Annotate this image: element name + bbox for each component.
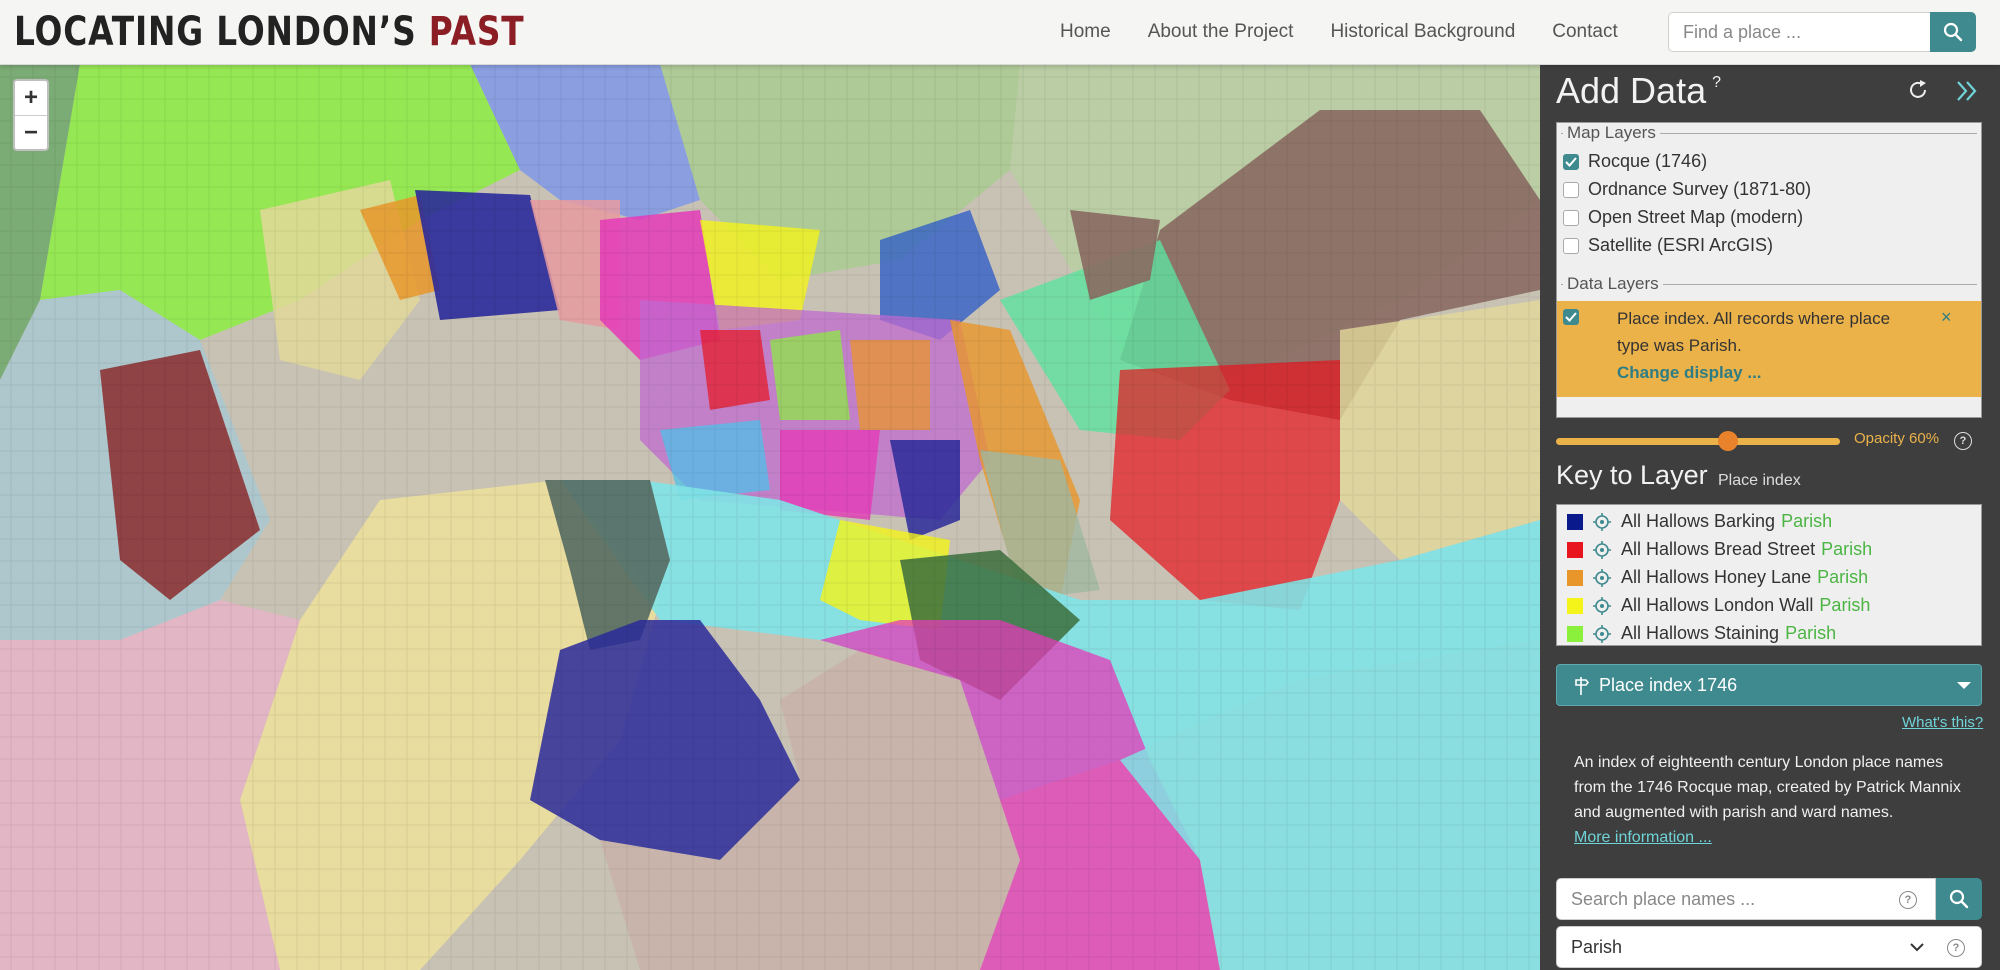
key-item-name: All Hallows Staining (1621, 623, 1780, 643)
check-icon (1565, 312, 1577, 322)
opacity-slider[interactable] (1556, 438, 1840, 445)
key-item-type: Parish (1819, 595, 1871, 615)
place-name-search-button[interactable] (1936, 878, 1982, 920)
key-item-name: All Hallows Barking (1621, 511, 1776, 531)
zoom-control: + − (13, 79, 49, 151)
layer-description: An index of eighteenth century London pl… (1574, 750, 1974, 850)
sidebar-title-text: Add Data (1556, 70, 1707, 111)
map-layer-ordnance[interactable]: Ordnance Survey (1871-80) (1563, 179, 1811, 200)
change-display-link[interactable]: Change display ... (1617, 363, 1762, 382)
color-swatch (1567, 513, 1583, 530)
key-item[interactable]: All Hallows Bread Street Parish (1567, 539, 1872, 560)
remove-layer-icon[interactable]: × (1941, 307, 1952, 328)
add-data-sidebar: Add Data? Map Layers Rocque (1746) Ordna… (1540, 64, 2000, 970)
nav-historical-background[interactable]: Historical Background (1330, 21, 1515, 43)
map-layer-label: Ordnance Survey (1871-80) (1588, 179, 1812, 199)
locate-icon[interactable] (1593, 596, 1611, 615)
zoom-in-button[interactable]: + (15, 81, 47, 116)
color-swatch (1567, 597, 1583, 614)
logo-accent-text: PAST (428, 9, 525, 55)
locate-icon[interactable] (1593, 624, 1611, 643)
key-item-name: All Hallows Bread Street (1621, 539, 1816, 559)
map-street-texture (0, 64, 1540, 970)
place-index-select-label: Place index 1746 (1599, 675, 1738, 695)
key-item-type: Parish (1817, 567, 1869, 587)
site-logo[interactable]: LOCATING LONDON’S PAST (14, 8, 524, 56)
key-item[interactable]: All Hallows London Wall Parish (1567, 595, 1870, 616)
nav-contact[interactable]: Contact (1552, 21, 1617, 43)
help-icon[interactable]: ? (1947, 939, 1965, 957)
search-icon (1949, 889, 1969, 909)
sidebar-title: Add Data? (1556, 70, 1721, 112)
map-layer-satellite[interactable]: Satellite (ESRI ArcGIS) (1563, 235, 1773, 256)
nav-home[interactable]: Home (1060, 21, 1111, 43)
help-icon[interactable]: ? (1712, 74, 1721, 91)
help-icon[interactable]: ? (1899, 891, 1917, 909)
find-place-button[interactable] (1930, 12, 1976, 52)
layers-panel: Map Layers Rocque (1746) Ordnance Survey… (1556, 122, 1982, 418)
map-canvas[interactable] (0, 64, 1540, 970)
key-item[interactable]: All Hallows Barking Parish (1567, 511, 1832, 532)
color-swatch (1567, 569, 1583, 586)
locate-icon[interactable] (1593, 512, 1611, 531)
map-layers-title: Map Layers (1563, 123, 1660, 143)
map-layer-label: Satellite (ESRI ArcGIS) (1588, 235, 1774, 255)
color-swatch (1567, 625, 1583, 642)
layer-description-text: An index of eighteenth century London pl… (1574, 754, 1961, 821)
key-item-type: Parish (1785, 623, 1837, 643)
caret-down-icon (1957, 682, 1971, 689)
historical-map[interactable] (0, 64, 1540, 970)
place-index-select[interactable]: Place index 1746 (1556, 664, 1982, 706)
search-icon (1943, 22, 1963, 42)
refresh-icon[interactable] (1906, 78, 1930, 102)
key-item-type: Parish (1821, 539, 1873, 559)
whats-this-link[interactable]: What's this? (1902, 714, 1983, 731)
map-layer-rocque[interactable]: Rocque (1746) (1563, 151, 1707, 172)
opacity-label: Opacity 60% (1854, 430, 1940, 447)
check-icon (1565, 156, 1577, 167)
key-subtitle: Place index (1718, 472, 1801, 489)
place-type-select[interactable]: Parish ? (1556, 926, 1982, 968)
checkbox[interactable] (1563, 181, 1579, 198)
zoom-out-button[interactable]: − (15, 116, 47, 150)
key-title: Key to Layer (1556, 460, 1708, 490)
signpost-icon (1575, 677, 1589, 695)
more-information-link[interactable]: More information ... (1574, 829, 1712, 846)
key-item-name: All Hallows London Wall (1621, 595, 1814, 615)
nav-about[interactable]: About the Project (1148, 21, 1294, 43)
key-item-type: Parish (1781, 511, 1833, 531)
checkbox[interactable] (1563, 237, 1579, 254)
color-swatch (1567, 541, 1583, 558)
data-layer-item[interactable]: Place index. All records where place typ… (1557, 301, 1981, 397)
locate-icon[interactable] (1593, 568, 1611, 587)
opacity-slider-handle[interactable] (1718, 431, 1738, 451)
data-layers-title: Data Layers (1563, 274, 1663, 294)
key-panel: All Hallows Barking Parish All Hallows Br… (1556, 504, 1982, 646)
chevron-down-icon (1910, 943, 1924, 952)
map-layer-osm[interactable]: Open Street Map (modern) (1563, 207, 1803, 228)
data-layer-text: Place index. All records where place typ… (1617, 309, 1891, 355)
place-name-search-input[interactable] (1557, 879, 1887, 919)
place-name-search: ? (1556, 878, 1936, 920)
find-place-input[interactable] (1668, 12, 1930, 52)
locate-icon[interactable] (1593, 540, 1611, 559)
checkbox[interactable] (1563, 209, 1579, 226)
map-layer-label: Open Street Map (modern) (1588, 207, 1804, 227)
site-header: LOCATING LONDON’S PAST Home About the Pr… (0, 0, 2000, 65)
checkbox-checked[interactable] (1563, 309, 1579, 325)
data-layer-description: Place index. All records where place typ… (1617, 305, 1917, 386)
logo-text: LOCATING LONDON’S (14, 9, 429, 55)
key-item[interactable]: All Hallows Staining Parish (1567, 623, 1836, 644)
place-type-select-label: Parish (1571, 937, 1623, 957)
help-icon[interactable]: ? (1954, 432, 1972, 450)
map-layer-label: Rocque (1746) (1588, 151, 1708, 171)
checkbox-checked[interactable] (1563, 153, 1579, 170)
main-nav: Home About the Project Historical Backgr… (1060, 0, 1655, 64)
key-item[interactable]: All Hallows Honey Lane Parish (1567, 567, 1868, 588)
collapse-sidebar-icon[interactable] (1954, 78, 1980, 104)
key-item-name: All Hallows Honey Lane (1621, 567, 1812, 587)
